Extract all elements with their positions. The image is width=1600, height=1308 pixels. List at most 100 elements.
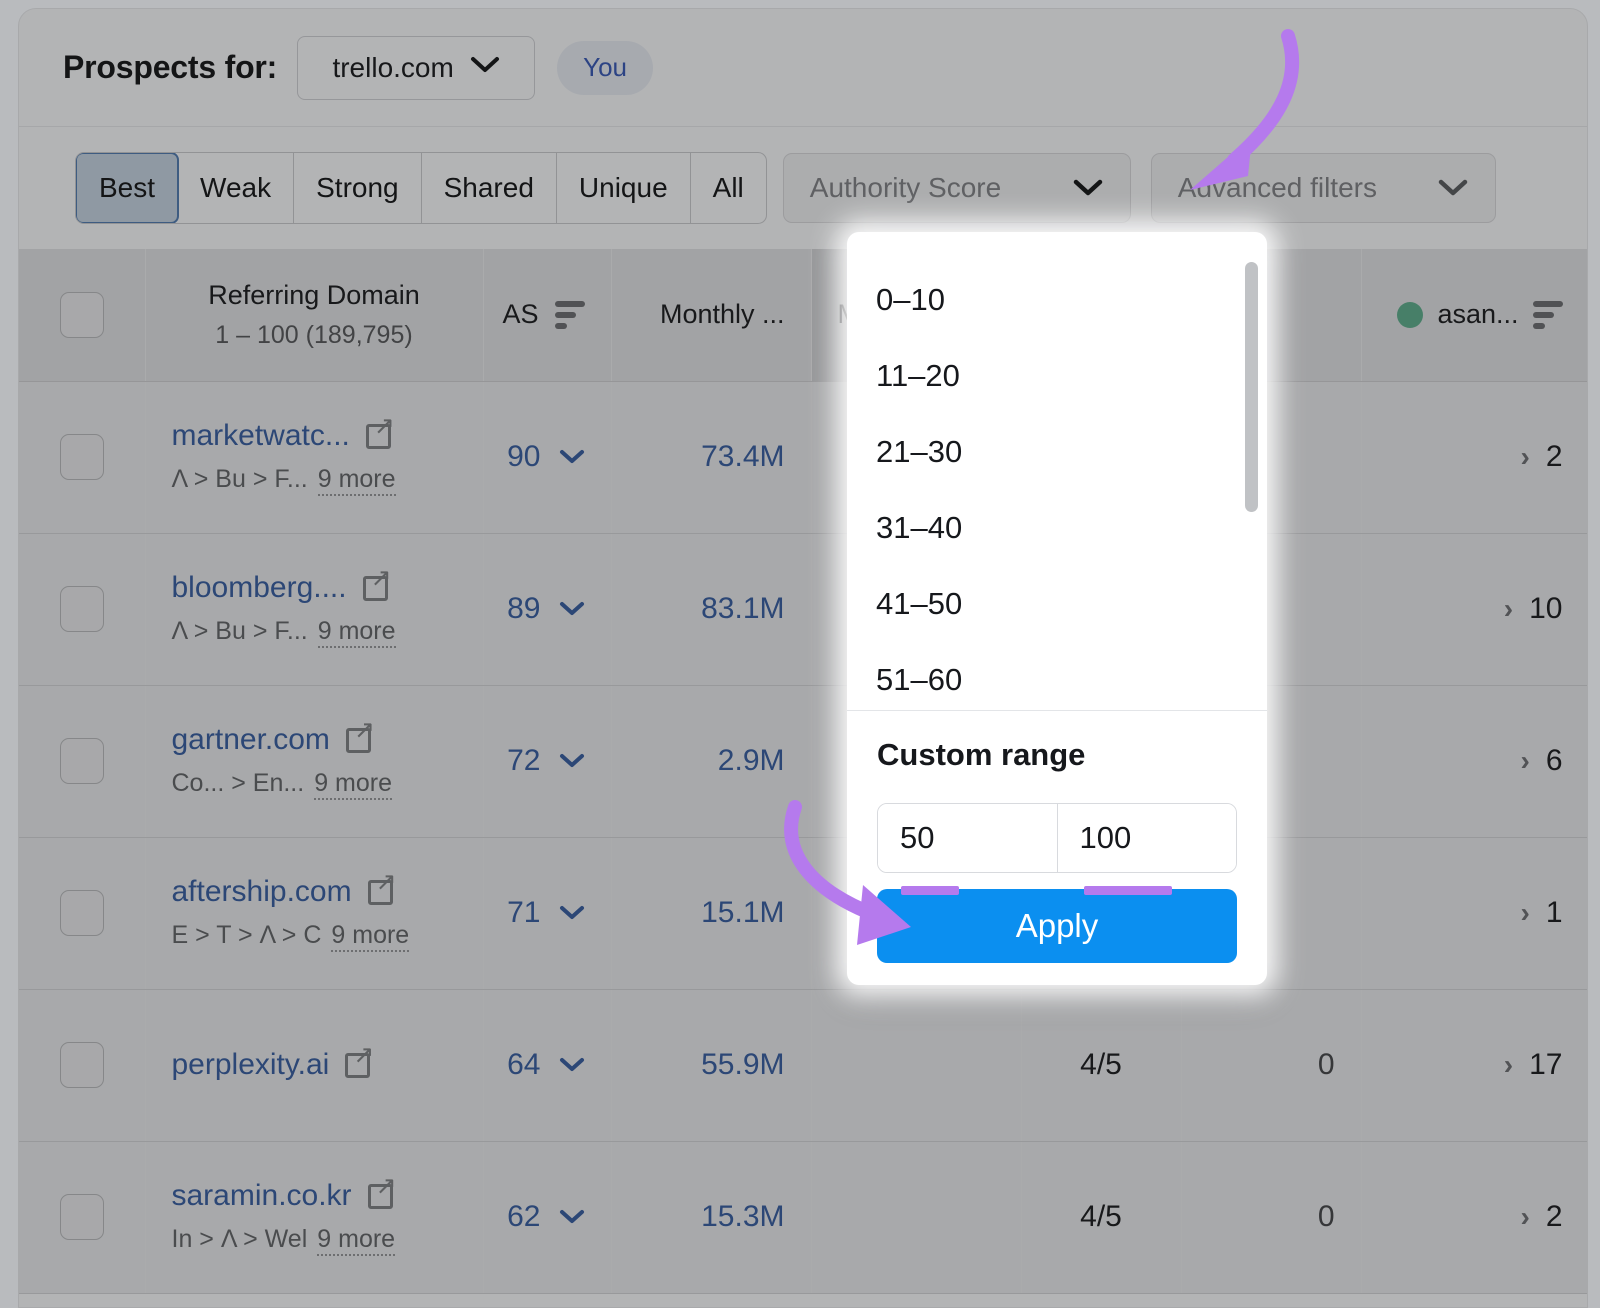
tab-strong-label: Strong [316,172,399,203]
row-as-cell: 64 [483,989,612,1142]
row-checkbox[interactable] [59,890,104,936]
row-domain-cell: aftership.com E > T > Λ > C 9 more [145,837,484,990]
row-select-cell [19,533,146,686]
domain-selector-value: trello.com [332,51,454,83]
table-row[interactable]: perplexity.ai 64 [19,989,1587,1142]
external-link-icon[interactable] [367,870,397,905]
row-asana-cell: › 2 [1361,381,1587,534]
tab-shared[interactable]: Shared [422,153,557,223]
monthly-header[interactable]: Monthly ... [611,249,812,382]
authority-score-value: 64 [507,1048,541,1081]
asana-count: 2 [1545,1200,1563,1233]
tab-all[interactable]: All [691,153,766,223]
min-score-input[interactable]: 50 [878,804,1057,872]
row-as-cell: 89 [483,533,612,686]
row-zero-cell: 0 [1181,1141,1362,1294]
domain-selector[interactable]: trello.com [297,35,536,100]
sort-icon[interactable] [1532,300,1563,329]
monthly-value: 83.1M [701,592,785,625]
advanced-filters-button[interactable]: Advanced filters [1150,153,1496,223]
chevron-down-icon[interactable] [559,1203,585,1231]
option-51-60[interactable]: 51–60 [847,642,1267,710]
authority-score-filter-button[interactable]: Authority Score [782,153,1131,223]
row-monthly-cell: 15.1M [611,837,812,990]
chevron-down-icon [470,56,500,79]
tab-strong[interactable]: Strong [294,153,422,223]
option-31-40[interactable]: 31–40 [847,490,1267,566]
chevron-down-icon[interactable] [559,595,585,623]
option-0-10[interactable]: 0–10 [847,262,1267,338]
dropdown-scrollbar[interactable] [1245,262,1258,512]
tab-unique[interactable]: Unique [557,153,691,223]
row-domain-cell: bloomberg.... Λ > Bu > F... 9 more [145,533,484,686]
as-header[interactable]: AS [483,249,612,382]
domain-link[interactable]: marketwatc... [172,419,350,453]
tab-weak[interactable]: Weak [178,153,295,223]
row-as-cell: 72 [483,685,612,838]
row-checkbox[interactable] [59,1042,104,1088]
row-select-cell [19,685,146,838]
more-categories-link[interactable]: 9 more [317,617,396,648]
zero-value: 0 [1317,1200,1335,1233]
more-categories-link[interactable]: 9 more [317,1225,396,1256]
page-header: Prospects for: trello.com You [19,9,1587,127]
select-all-header [19,249,146,382]
asana-status-dot [1397,301,1424,328]
external-link-icon[interactable] [345,718,375,753]
ratio-value: 4/5 [1080,1048,1122,1081]
table-row[interactable]: aftership.com E > T > Λ > C 9 more 71 [19,837,1587,990]
domain-link[interactable]: saramin.co.kr [172,1179,352,1213]
row-monthly2-cell [811,1141,1022,1294]
domain-link[interactable]: aftership.com [172,875,352,909]
domain-link[interactable]: gartner.com [172,723,330,757]
external-link-icon[interactable] [362,566,392,601]
external-link-icon[interactable] [345,1043,374,1078]
breadcrumb: Λ > Bu > F... [171,464,308,493]
monthly-value: 15.3M [701,1200,785,1233]
chevron-right-icon: › [1520,441,1530,472]
you-badge[interactable]: You [557,40,654,95]
select-all-checkbox[interactable] [59,291,104,338]
row-checkbox[interactable] [59,586,104,632]
chevron-right-icon: › [1520,745,1530,776]
sort-icon[interactable] [554,300,585,329]
table-row[interactable]: saramin.co.kr In > Λ > Wel 9 more 62 [19,1141,1587,1294]
option-11-20[interactable]: 11–20 [847,338,1267,414]
more-categories-link[interactable]: 9 more [317,465,396,496]
asana-count: 17 [1529,1048,1563,1081]
max-score-input[interactable]: 100 [1056,804,1236,872]
table-row[interactable]: gartner.com Co... > En... 9 more 72 [19,685,1587,838]
advanced-filters-label: Advanced filters [1177,172,1377,203]
option-label: 11–20 [876,358,960,393]
row-checkbox[interactable] [59,1194,104,1240]
option-label: 31–40 [876,510,963,545]
row-monthly-cell: 15.3M [611,1141,812,1294]
table-row[interactable]: bloomberg.... Λ > Bu > F... 9 more 89 [19,533,1587,686]
tab-best[interactable]: Best [75,153,180,223]
external-link-icon[interactable] [365,414,395,449]
apply-button[interactable]: Apply [877,889,1237,963]
external-link-icon[interactable] [367,1174,397,1209]
option-21-30[interactable]: 21–30 [847,414,1267,490]
asana-count: 6 [1545,744,1563,777]
chevron-down-icon[interactable] [559,747,585,775]
authority-score-options-list[interactable]: 0–10 11–20 21–30 31–40 41–50 51–60 [847,232,1267,710]
chevron-down-icon[interactable] [559,1051,585,1079]
chevron-down-icon[interactable] [559,899,585,927]
row-checkbox[interactable] [59,738,104,784]
row-select-cell [19,837,146,990]
chevron-down-icon[interactable] [559,443,585,471]
prospects-table: Referring Domain 1 – 100 (189,795) AS Mo… [19,249,1587,1294]
domain-link[interactable]: bloomberg.... [172,571,347,605]
more-categories-link[interactable]: 9 more [331,921,410,952]
row-monthly-cell: 2.9M [611,685,812,838]
row-monthly-cell: 83.1M [611,533,812,686]
chevron-right-icon: › [1503,593,1514,624]
more-categories-link[interactable]: 9 more [314,769,393,800]
option-41-50[interactable]: 41–50 [847,566,1267,642]
domain-link[interactable]: perplexity.ai [172,1048,330,1082]
table-row[interactable]: marketwatc... Λ > Bu > F... 9 more 90 [19,381,1587,534]
row-checkbox[interactable] [59,434,104,480]
you-badge-label: You [583,52,628,82]
asana-header[interactable]: asan... [1361,249,1587,382]
